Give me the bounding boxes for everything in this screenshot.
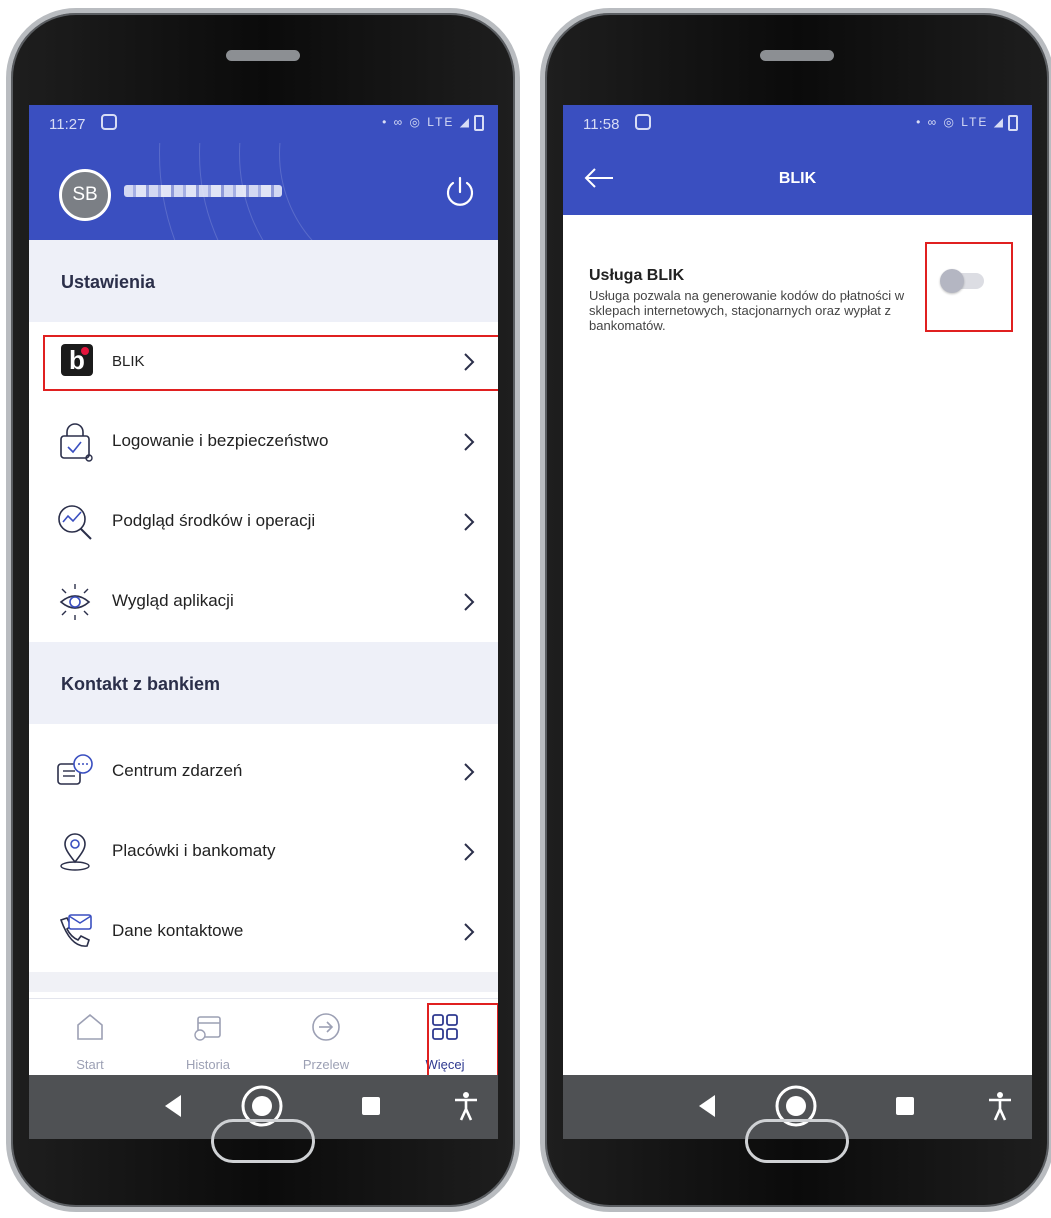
eye-sun-icon — [59, 584, 91, 620]
section-title: Kontakt z bankiem — [61, 674, 221, 694]
contact-item-branches[interactable]: Placówki i bankomaty — [29, 812, 498, 893]
status-time: 11:58 — [583, 116, 620, 133]
calendar-clock-icon — [194, 1016, 221, 1041]
item-label: Placówki i bankomaty — [112, 841, 276, 860]
item-label: Centrum zdarzeń — [112, 761, 243, 780]
item-label: Logowanie i bezpieczeństwo — [112, 431, 329, 450]
tab-label: Historia — [185, 1057, 231, 1072]
speaker-grille — [760, 50, 834, 61]
chevron-right-icon — [464, 433, 475, 451]
tab-label: Przelew — [302, 1057, 350, 1072]
location-pin-icon — [60, 833, 90, 871]
notification-icon — [101, 114, 117, 130]
item-label: Wygląd aplikacji — [112, 591, 234, 610]
settings-item-appearance[interactable]: Wygląd aplikacji — [29, 562, 498, 642]
toolbar: BLIK — [563, 143, 1032, 215]
section-settings: Ustawienia — [29, 240, 498, 322]
status-bar: 11:58 • ∞ ◎ LTE ◢ — [563, 105, 1032, 143]
setting-description: Usługa pozwala na generowanie kodów do p… — [589, 288, 905, 333]
phone-left: 11:27 • ∞ ◎ LTE ◢ SB Ustawienia b BLIK L… — [6, 8, 520, 1212]
power-icon[interactable] — [444, 175, 476, 214]
tab-historia[interactable]: Historia — [153, 999, 263, 1082]
status-icons: • ∞ ◎ LTE ◢ — [382, 115, 484, 131]
highlight-wiecej — [427, 1003, 498, 1077]
list-divider — [29, 972, 498, 992]
recents-square-icon[interactable] — [354, 1089, 388, 1123]
user-name-blurred — [124, 185, 282, 197]
hardware-home-button[interactable] — [211, 1119, 315, 1163]
highlight-blik — [43, 335, 498, 391]
avatar[interactable]: SB — [59, 169, 111, 221]
status-time: 11:27 — [49, 116, 86, 133]
item-label: Podgląd środków i operacji — [112, 511, 316, 530]
arrow-circle-icon — [312, 1013, 340, 1041]
page-title: BLIK — [778, 170, 817, 187]
section-title: Ustawienia — [61, 272, 156, 292]
back-triangle-icon[interactable] — [159, 1089, 185, 1123]
setting-title: Usługa BLIK — [589, 267, 685, 284]
speaker-grille — [226, 50, 300, 61]
chevron-right-icon — [464, 513, 475, 531]
screen-more-menu: 11:27 • ∞ ◎ LTE ◢ SB Ustawienia b BLIK L… — [29, 105, 498, 1082]
settings-item-security[interactable]: Logowanie i bezpieczeństwo — [29, 402, 498, 483]
phone-right: 11:58 • ∞ ◎ LTE ◢ BLIK Usługa BLIK Usług… — [540, 8, 1051, 1212]
profile-header: SB — [29, 143, 498, 240]
status-icons: • ∞ ◎ LTE ◢ — [916, 115, 1018, 131]
highlight-toggle — [925, 242, 1013, 332]
accessibility-icon[interactable] — [983, 1089, 1017, 1123]
section-contact: Kontakt z bankiem — [29, 642, 498, 724]
hardware-home-button[interactable] — [745, 1119, 849, 1163]
chevron-right-icon — [464, 763, 475, 781]
item-label: Dane kontaktowe — [112, 921, 244, 940]
tab-label: Start — [76, 1057, 104, 1072]
magnifier-chart-icon — [58, 505, 92, 540]
lock-key-icon — [60, 423, 93, 462]
tab-start[interactable]: Start — [35, 999, 145, 1082]
chevron-right-icon — [464, 843, 475, 861]
status-bar: 11:27 • ∞ ◎ LTE ◢ — [29, 105, 498, 143]
contact-item-events[interactable]: Centrum zdarzeń — [29, 732, 498, 813]
battery-icon — [1008, 115, 1018, 131]
tab-przelew[interactable]: Przelew — [271, 999, 381, 1082]
accessibility-icon[interactable] — [449, 1089, 483, 1123]
bottom-navigation: Start Historia Przelew Więcej — [29, 998, 498, 1082]
notification-icon — [635, 114, 651, 130]
phone-envelope-icon — [59, 914, 92, 947]
chevron-right-icon — [464, 923, 475, 941]
battery-icon — [474, 115, 484, 131]
chevron-right-icon — [464, 593, 475, 611]
back-triangle-icon[interactable] — [693, 1089, 719, 1123]
screen-blik-settings: 11:58 • ∞ ◎ LTE ◢ BLIK Usługa BLIK Usług… — [563, 105, 1032, 1082]
chat-bubbles-icon — [57, 754, 93, 785]
home-icon — [77, 1013, 103, 1040]
contact-item-contact-data[interactable]: Dane kontaktowe — [29, 892, 498, 972]
recents-square-icon[interactable] — [888, 1089, 922, 1123]
settings-item-balance-preview[interactable]: Podgląd środków i operacji — [29, 482, 498, 563]
